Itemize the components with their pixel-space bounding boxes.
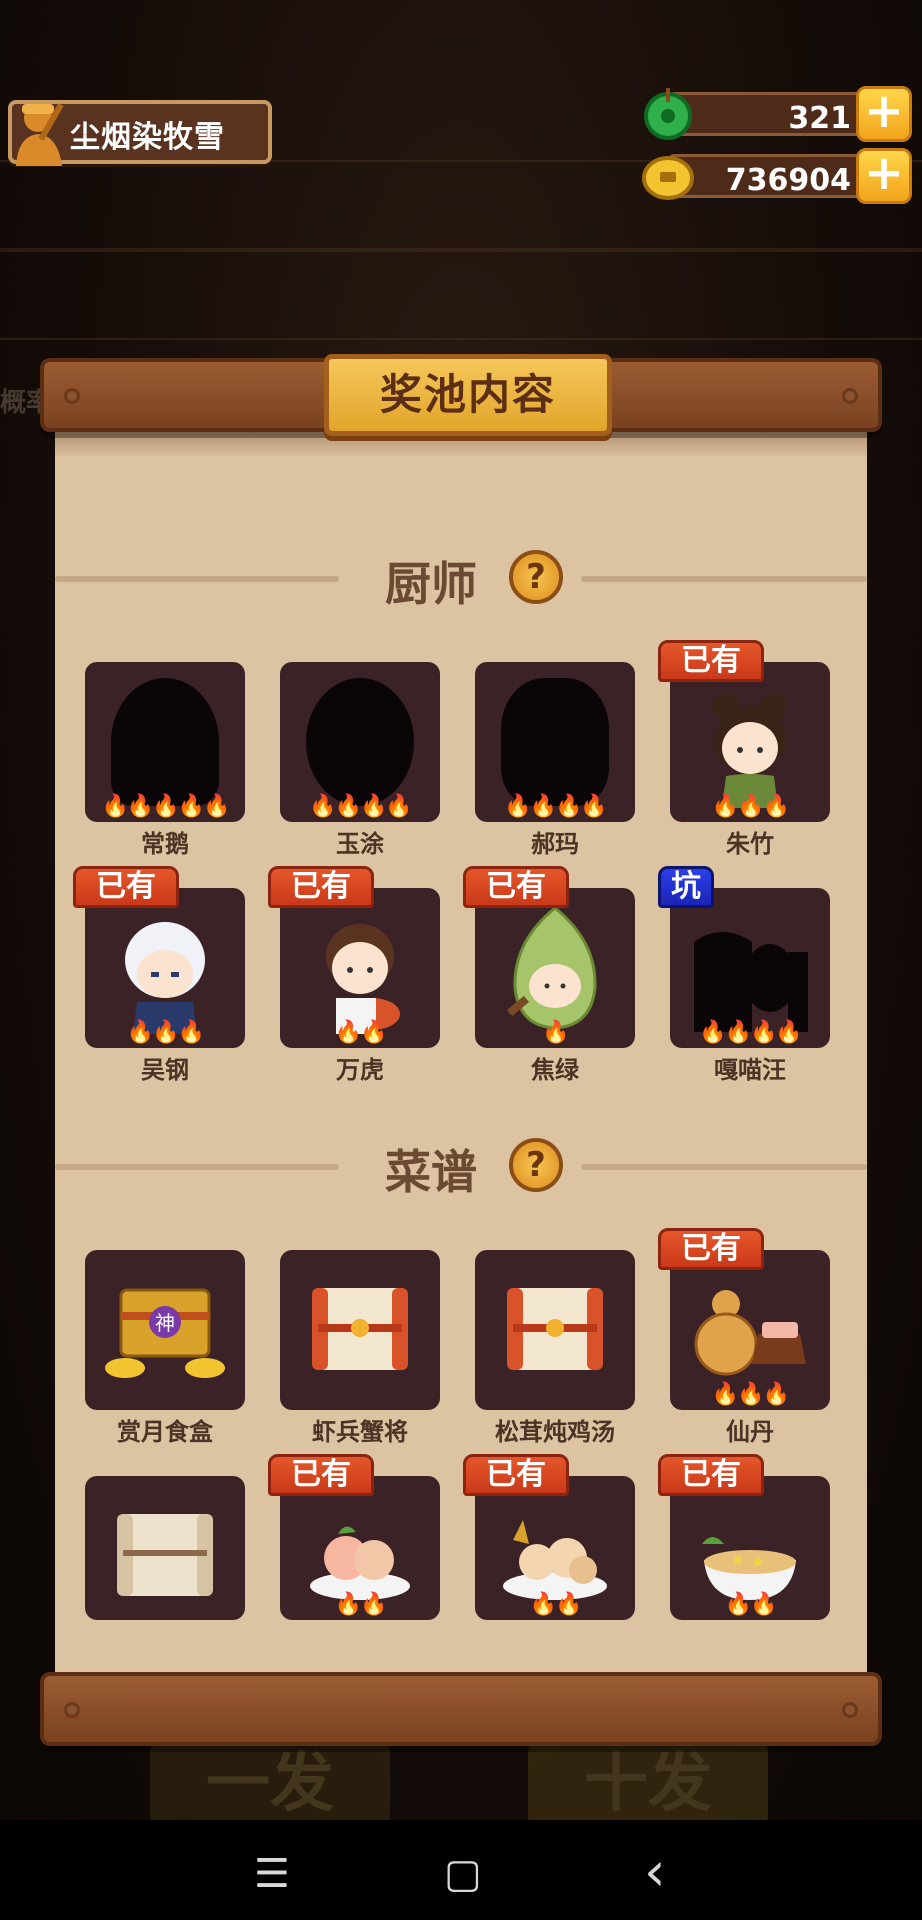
- recipe-section-title: 菜谱: [385, 1145, 477, 1199]
- chef-card-haoma[interactable]: 🔥🔥🔥🔥: [475, 662, 635, 822]
- rarity-flames: 🔥🔥🔥🔥: [699, 1020, 803, 1045]
- elixir-gourd-icon: [694, 1290, 806, 1376]
- rarity-flames: 🔥🔥🔥🔥: [309, 794, 413, 819]
- rarity-flames: 🔥🔥🔥🔥: [504, 794, 608, 819]
- rarity-flames: 🔥🔥: [334, 1592, 388, 1617]
- chef-silhouette: [111, 678, 219, 806]
- recipe-name: 松茸炖鸡汤: [495, 1418, 615, 1446]
- chef-name: 嘎喵汪: [714, 1056, 786, 1084]
- chef-name: 玉涂: [336, 830, 384, 858]
- chef-name: 朱竹: [726, 830, 774, 858]
- player-name-plate[interactable]: 尘烟染牧雪: [8, 100, 272, 166]
- recipe-card-matsutake-soup[interactable]: [475, 1250, 635, 1410]
- chef-avatar-icon: [16, 103, 64, 166]
- jade-icon: [644, 88, 692, 140]
- rarity-flames: 🔥🔥: [334, 1020, 388, 1045]
- recipe-name: 虾兵蟹将: [312, 1418, 408, 1446]
- recipe-card-elixir[interactable]: 🔥🔥🔥: [670, 1250, 830, 1410]
- chef-card-yutu[interactable]: 🔥🔥🔥🔥: [280, 662, 440, 822]
- rarity-flames: 🔥🔥: [724, 1592, 778, 1617]
- home-icon[interactable]: ▢: [444, 1854, 482, 1894]
- food-box-icon: 神: [105, 1288, 225, 1378]
- rarity-flames: 🔥🔥🔥: [711, 1382, 790, 1407]
- coin-amount: 736904: [725, 163, 851, 198]
- owned-tag: 已有: [73, 866, 179, 908]
- chef-card-changé[interactable]: 🔥🔥🔥🔥🔥: [85, 662, 245, 822]
- chef-card-gamiaowang[interactable]: 🔥🔥🔥🔥: [670, 888, 830, 1048]
- background-frame-band: [0, 250, 922, 340]
- recipe-name: 赏月食盒: [117, 1418, 213, 1446]
- divine-badge: 神: [155, 1311, 175, 1335]
- coin-resource: 736904 +: [640, 148, 912, 204]
- jade-amount: 321: [788, 101, 851, 136]
- panel-footer-bar: [40, 1672, 882, 1746]
- recipe-card-buns-dish[interactable]: 🔥🔥: [475, 1476, 635, 1620]
- chef-name: 万虎: [336, 1056, 384, 1084]
- prize-pool-panel: 厨师 ? 菜谱 ? 🔥🔥🔥🔥🔥 常鹅 🔥🔥🔥🔥 玉涂 🔥🔥🔥🔥 郝玛 🔥🔥🔥 朱…: [55, 432, 867, 1684]
- chef-section-title: 厨师: [385, 557, 477, 611]
- chef-portrait: [125, 922, 205, 1034]
- background-single-draw-button: 一发: [150, 1738, 390, 1830]
- system-navigation-bar: ☰ ▢ ‹: [0, 1820, 922, 1920]
- owned-tag: 已有: [268, 866, 374, 908]
- recipe-card-soup-bowl[interactable]: 🔥🔥: [670, 1476, 830, 1620]
- chef-silhouette: [694, 932, 808, 1032]
- game-screen: 概率 一发 十发 尘烟染牧雪 321 + 736904 + 厨师 ? 菜谱 ? …: [0, 0, 922, 1920]
- panel-title-plate: 奖池内容: [324, 354, 612, 436]
- owned-tag: 已有: [463, 866, 569, 908]
- chef-name: 常鹅: [141, 830, 189, 858]
- pit-tag: 坑: [658, 866, 714, 908]
- recipe-scroll-icon: [312, 1288, 408, 1370]
- owned-tag: 已有: [658, 1228, 764, 1270]
- rarity-flames: 🔥🔥: [529, 1592, 583, 1617]
- recipe-name: 仙丹: [726, 1418, 774, 1446]
- menu-icon[interactable]: ☰: [254, 1854, 290, 1894]
- chef-card-wanhu[interactable]: 🔥🔥: [280, 888, 440, 1048]
- rarity-flames: 🔥🔥🔥: [126, 1020, 205, 1045]
- recipe-card-mooncake-box[interactable]: 神: [85, 1250, 245, 1410]
- chef-section-header: 厨师 ?: [55, 548, 867, 611]
- owned-tag: 已有: [463, 1454, 569, 1496]
- recipe-card-shrimp-crab[interactable]: [280, 1250, 440, 1410]
- owned-tag: 已有: [658, 640, 764, 682]
- rarity-flames: 🔥: [542, 1020, 569, 1045]
- recipe-card-peach-dish[interactable]: 🔥🔥: [280, 1476, 440, 1620]
- coin-icon: [642, 156, 694, 200]
- owned-tag: 已有: [268, 1454, 374, 1496]
- recipe-scroll-icon: [117, 1514, 213, 1596]
- recipe-section-header: 菜谱 ?: [55, 1136, 867, 1199]
- recipe-scroll-icon: [507, 1288, 603, 1370]
- chef-card-zhuzhu[interactable]: 🔥🔥🔥: [670, 662, 830, 822]
- player-name: 尘烟染牧雪: [70, 120, 225, 155]
- chef-help-icon[interactable]: ?: [509, 550, 563, 604]
- chef-portrait: [326, 924, 400, 1034]
- chef-name: 郝玛: [531, 830, 579, 858]
- recipe-help-icon[interactable]: ?: [509, 1138, 563, 1192]
- chef-silhouette: [501, 678, 609, 806]
- chef-portrait: [712, 692, 788, 808]
- owned-tag: 已有: [658, 1454, 764, 1496]
- chef-name: 焦绿: [531, 1056, 579, 1084]
- jade-resource: 321 +: [640, 86, 912, 142]
- add-jade-button[interactable]: +: [856, 86, 912, 142]
- chef-name: 吴钢: [141, 1056, 189, 1084]
- chef-card-jiaolv[interactable]: 🔥: [475, 888, 635, 1048]
- chef-card-wugang[interactable]: 🔥🔥🔥: [85, 888, 245, 1048]
- add-coin-button[interactable]: +: [856, 148, 912, 204]
- background-ten-draw-button: 十发: [528, 1738, 768, 1830]
- panel-title: 奖池内容: [379, 370, 556, 419]
- chef-portrait: [507, 906, 597, 1030]
- back-icon[interactable]: ‹: [644, 1845, 666, 1899]
- recipe-card-unknown[interactable]: [85, 1476, 245, 1620]
- rarity-flames: 🔥🔥🔥: [711, 794, 790, 819]
- chef-silhouette: [306, 678, 414, 806]
- rarity-flames: 🔥🔥🔥🔥🔥: [101, 794, 231, 819]
